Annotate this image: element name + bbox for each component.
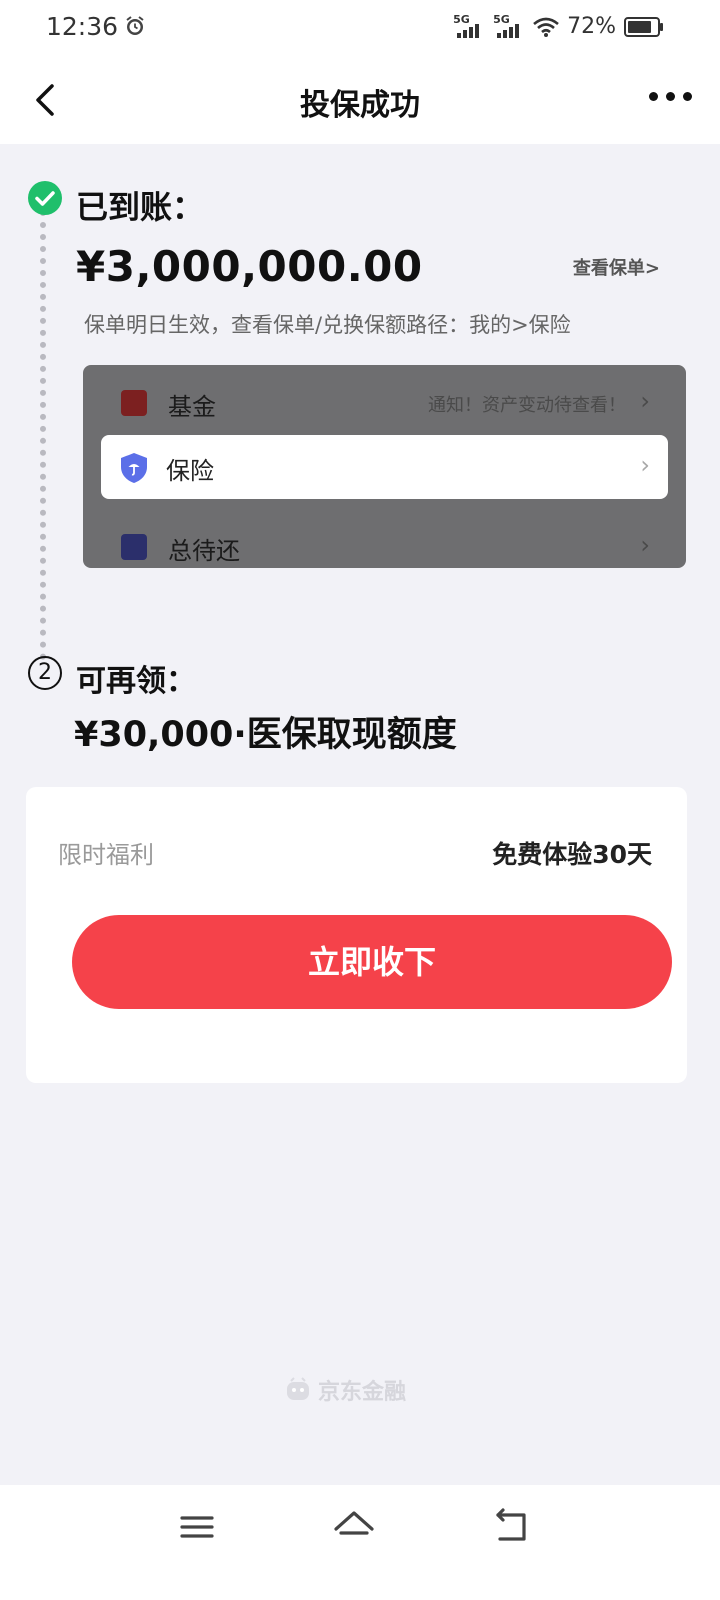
nav-bar: 投保成功	[0, 56, 720, 144]
signal-icon: 5G	[493, 13, 525, 38]
status-time: 12:36	[46, 12, 119, 41]
chevron-right-icon: ›	[640, 531, 650, 559]
credited-amount: ¥3,000,000.00	[76, 242, 423, 291]
welfare-offer: 免费体验30天	[492, 840, 652, 869]
page-title: 投保成功	[300, 88, 420, 123]
view-policy-link[interactable]: 查看保单>	[573, 254, 660, 280]
fund-chart-icon	[121, 390, 147, 416]
menu-preview: 基金 通知！资产变动待查看！ › 保险 › 总待还 ›	[83, 365, 686, 568]
status-right: 5G 5G 72%	[453, 13, 663, 39]
jd-finance-logo-icon	[287, 1377, 309, 1400]
status-bar: 12:36 5G 5G 72%	[0, 0, 720, 56]
home-icon[interactable]	[329, 1505, 379, 1549]
system-nav-bar	[0, 1485, 720, 1600]
back-icon[interactable]	[486, 1505, 536, 1549]
menu-icon[interactable]	[172, 1505, 222, 1549]
step2-value: ¥30,000·医保取现额度	[74, 715, 457, 755]
battery-icon	[624, 16, 663, 37]
policy-hint: 保单明日生效，查看保单/兑换保额路径：我的>保险	[84, 313, 571, 337]
repayment-icon	[121, 534, 147, 560]
more-horizontal-icon[interactable]	[649, 92, 692, 101]
chevron-right-icon: ›	[640, 451, 650, 479]
menu-item-repayment: 总待还 ›	[103, 517, 668, 568]
insurance-shield-icon	[121, 453, 147, 483]
welfare-card: 限时福利 免费体验30天 立即收下	[26, 787, 687, 1083]
chevron-right-icon: ›	[640, 387, 650, 415]
step1-title: 已到账：	[76, 188, 205, 226]
accept-button[interactable]: 立即收下	[72, 915, 672, 1009]
menu-item-insurance[interactable]: 保险 ›	[101, 435, 668, 499]
timeline-connector	[40, 210, 46, 660]
brand-name: 京东金融	[318, 1380, 407, 1405]
check-circle-icon	[28, 181, 62, 215]
step2-number-badge: 2	[28, 656, 62, 690]
battery-percent: 72%	[567, 14, 616, 39]
brand-footer: 京东金融	[284, 1374, 406, 1406]
wifi-icon	[533, 17, 559, 37]
alarm-icon	[126, 16, 144, 35]
step2-title: 可再领：	[76, 664, 196, 699]
menu-item-fund: 基金 通知！资产变动待查看！ ›	[103, 373, 668, 433]
signal-icon: 5G	[453, 13, 485, 38]
welfare-label: 限时福利	[58, 841, 154, 869]
